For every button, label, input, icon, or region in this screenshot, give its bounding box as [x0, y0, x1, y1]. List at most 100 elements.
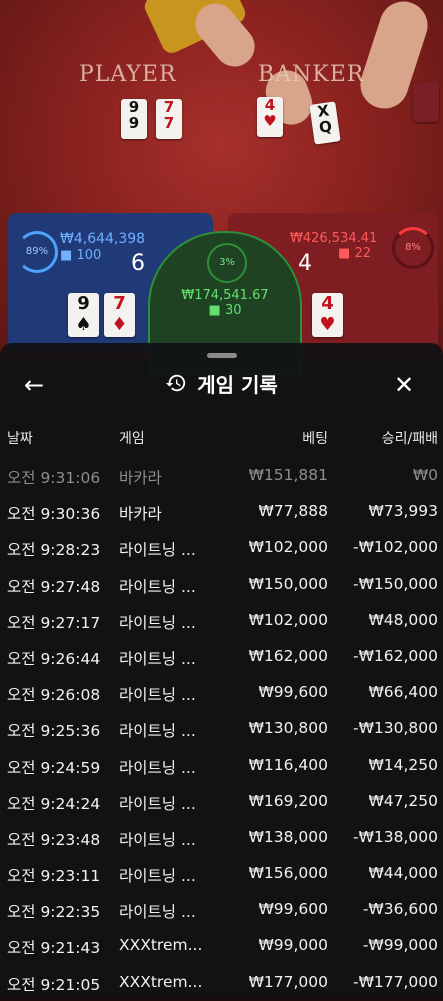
row-game: 라이트닝 ... [119, 541, 196, 560]
row-bet: ₩150,000 [248, 574, 328, 593]
player-score: 6 [131, 251, 145, 276]
history-row[interactable]: 오전 9:21:43 XXXtrem... ₩99,000 -₩99,000 [0, 928, 443, 964]
tie-percent-ring: 3% [207, 243, 247, 283]
row-result: -₩102,000 [352, 538, 438, 557]
row-time: 오전 9:23:11 [7, 867, 101, 886]
card-rank: 4 [321, 293, 334, 314]
row-time: 오전 9:22:35 [7, 903, 101, 922]
history-row[interactable]: 오전 9:31:06 바카라 ₩151,881 ₩0 [0, 458, 443, 494]
banker-zone-label: BANKER [258, 62, 365, 87]
col-header-result: 승리/패배 [381, 431, 438, 447]
history-list[interactable]: 오전 9:31:06 바카라 ₩151,881 ₩0 오전 9:30:36 바카… [0, 458, 443, 1001]
row-time: 오전 9:26:44 [7, 649, 101, 668]
row-bet: ₩99,000 [258, 936, 328, 955]
game-history-sheet: ← 게임 기록 ✕ 날짜 게임 베팅 승리/패배 오전 9:31:06 바카라 … [0, 343, 443, 998]
history-row[interactable]: 오전 9:30:36 바카라 ₩77,888 ₩73,993 [0, 494, 443, 530]
row-time: 오전 9:26:08 [7, 686, 101, 705]
history-row[interactable]: 오전 9:24:59 라이트닝 ... ₩116,400 ₩14,250 [0, 748, 443, 784]
row-bet: ₩116,400 [248, 755, 328, 774]
card-suit: ♥ [319, 314, 336, 335]
row-time: 오전 9:27:17 [7, 613, 101, 632]
table-card: 99 [121, 99, 147, 139]
row-time: 오전 9:27:48 [7, 577, 101, 596]
history-row[interactable]: 오전 9:27:17 라이트닝 ... ₩102,000 ₩48,000 [0, 603, 443, 639]
history-row[interactable]: 오전 9:23:48 라이트닝 ... ₩138,000 -₩138,000 [0, 820, 443, 856]
card-shoe-card [413, 82, 439, 122]
row-result: -₩162,000 [352, 646, 438, 665]
player-card-1: 9 ♠ [68, 293, 99, 337]
player-percent-ring: 89% [16, 231, 58, 273]
row-result: -₩150,000 [352, 574, 438, 593]
history-row[interactable]: 오전 9:28:23 라이트닝 ... ₩102,000 -₩102,000 [0, 530, 443, 566]
tie-count-value: 30 [224, 303, 242, 318]
row-bet: ₩102,000 [248, 538, 328, 557]
banker-count-value: 22 [354, 246, 371, 261]
row-result: ₩44,000 [368, 864, 438, 883]
row-game: 라이트닝 ... [119, 903, 196, 922]
row-bet: ₩162,000 [248, 646, 328, 665]
row-bet: ₩102,000 [248, 610, 328, 629]
history-row[interactable]: 오전 9:27:48 라이트닝 ... ₩150,000 -₩150,000 [0, 567, 443, 603]
row-bet: ₩77,888 [258, 502, 328, 521]
row-time: 오전 9:31:06 [7, 469, 101, 487]
row-result: -₩36,600 [362, 900, 438, 919]
user-icon: ■ [338, 246, 351, 261]
close-icon[interactable]: ✕ [394, 365, 414, 405]
row-bet: ₩177,000 [248, 972, 328, 991]
player-card-2: 7 ♦ [104, 293, 135, 337]
row-game: 라이트닝 ... [119, 830, 196, 849]
col-header-game: 게임 [119, 431, 145, 447]
row-game: 바카라 [119, 505, 162, 524]
history-row[interactable]: 오전 9:26:08 라이트닝 ... ₩99,600 ₩66,400 [0, 675, 443, 711]
row-result: -₩99,000 [362, 936, 438, 955]
row-time: 오전 9:24:24 [7, 794, 101, 813]
row-game: XXXtrem... [119, 972, 203, 991]
row-result: ₩48,000 [368, 610, 438, 629]
row-bet: ₩156,000 [248, 864, 328, 883]
history-row[interactable]: 오전 9:22:35 라이트닝 ... ₩99,600 -₩36,600 [0, 892, 443, 928]
card-suit: ♠ [75, 314, 92, 335]
banker-score: 4 [298, 251, 312, 276]
row-time: 오전 9:21:05 [7, 975, 101, 994]
history-row[interactable]: 오전 9:25:36 라이트닝 ... ₩130,800 -₩130,800 [0, 711, 443, 747]
row-time: 오전 9:23:48 [7, 830, 101, 849]
table-card: 77 [156, 99, 182, 139]
tie-count: ■ 30 [150, 303, 300, 318]
card-rank: 9 [77, 293, 90, 314]
sheet-title: 게임 기록 [0, 365, 443, 405]
row-game: 바카라 [119, 469, 162, 487]
card-rank: 7 [113, 293, 126, 314]
row-time: 오전 9:25:36 [7, 722, 101, 741]
history-row[interactable]: 오전 9:21:05 XXXtrem... ₩177,000 -₩177,000 [0, 965, 443, 1001]
banker-total-bet: ₩426,534.41 [290, 231, 378, 246]
banker-count: ■ 22 [338, 246, 371, 261]
row-time: 오전 9:21:43 [7, 939, 101, 958]
row-game: 라이트닝 ... [119, 722, 196, 741]
history-icon [165, 367, 187, 407]
row-game: 라이트닝 ... [119, 867, 196, 886]
col-header-bet: 베팅 [302, 431, 328, 447]
row-game: XXXtrem... [119, 936, 203, 955]
tie-total-bet: ₩174,541.67 [181, 288, 269, 303]
history-row[interactable]: 오전 9:26:44 라이트닝 ... ₩162,000 -₩162,000 [0, 639, 443, 675]
player-count-value: 100 [76, 248, 102, 263]
row-time: 오전 9:24:59 [7, 758, 101, 777]
table-card: XQ [309, 101, 341, 145]
row-time: 오전 9:28:23 [7, 541, 101, 560]
row-game: 라이트닝 ... [119, 686, 196, 705]
row-bet: ₩169,200 [248, 791, 328, 810]
row-result: ₩47,250 [368, 791, 438, 810]
sheet-drag-handle[interactable] [207, 353, 237, 358]
card-suit: ♦ [111, 314, 128, 335]
row-result: ₩66,400 [368, 683, 438, 702]
row-game: 라이트닝 ... [119, 758, 196, 777]
history-row[interactable]: 오전 9:23:11 라이트닝 ... ₩156,000 ₩44,000 [0, 856, 443, 892]
sheet-title-text: 게임 기록 [197, 373, 278, 397]
col-header-date: 날짜 [7, 431, 33, 447]
row-bet: ₩99,600 [258, 900, 328, 919]
row-game: 라이트닝 ... [119, 613, 196, 632]
player-zone-label: PLAYER [79, 62, 177, 87]
row-game: 라이트닝 ... [119, 577, 196, 596]
player-count: ■ 100 [60, 248, 101, 263]
history-row[interactable]: 오전 9:24:24 라이트닝 ... ₩169,200 ₩47,250 [0, 784, 443, 820]
